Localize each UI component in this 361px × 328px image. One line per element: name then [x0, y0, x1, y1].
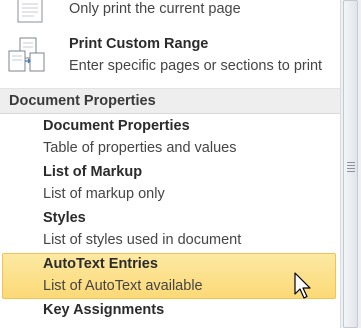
menu-item-key-assignments[interactable]: Key Assignments — [0, 300, 340, 328]
mouse-pointer-icon — [294, 272, 311, 299]
menu-item-autotext-entries[interactable]: AutoText Entries List of AutoText availa… — [0, 254, 340, 300]
autotext-entries-title: AutoText Entries — [43, 256, 158, 272]
custom-range-icon — [8, 37, 45, 72]
custom-range-desc: Enter specific pages or sections to prin… — [69, 58, 323, 74]
key-assignments-title: Key Assignments — [43, 302, 165, 318]
scroll-thumb[interactable] — [343, 0, 358, 328]
vertical-scrollbar[interactable] — [340, 0, 361, 328]
custom-range-title: Print Custom Range — [69, 36, 209, 52]
section-header-document-properties: Document Properties — [0, 88, 340, 114]
print-options-menu: Only print the current page Print Custom… — [0, 0, 340, 328]
list-of-markup-desc: List of markup only — [43, 186, 165, 202]
styles-desc: List of styles used in document — [43, 232, 242, 248]
document-properties-desc: Table of properties and values — [43, 140, 237, 156]
menu-item-print-custom-range[interactable]: Print Custom Range Enter specific pages … — [0, 34, 340, 80]
print-current-page-desc: Only print the current page — [69, 1, 241, 17]
menu-item-document-properties[interactable]: Document Properties Table of properties … — [0, 116, 340, 162]
menu-item-print-current-page[interactable]: Only print the current page — [0, 0, 340, 30]
autotext-entries-desc: List of AutoText available — [43, 278, 203, 294]
page-icon — [17, 0, 43, 23]
section-header-label: Document Properties — [9, 93, 156, 109]
scroll-grip-icon — [347, 162, 355, 174]
document-properties-title: Document Properties — [43, 118, 190, 134]
menu-item-list-of-markup[interactable]: List of Markup List of markup only — [0, 162, 340, 208]
menu-item-styles[interactable]: Styles List of styles used in document — [0, 208, 340, 254]
styles-title: Styles — [43, 210, 86, 226]
list-of-markup-title: List of Markup — [43, 164, 143, 180]
